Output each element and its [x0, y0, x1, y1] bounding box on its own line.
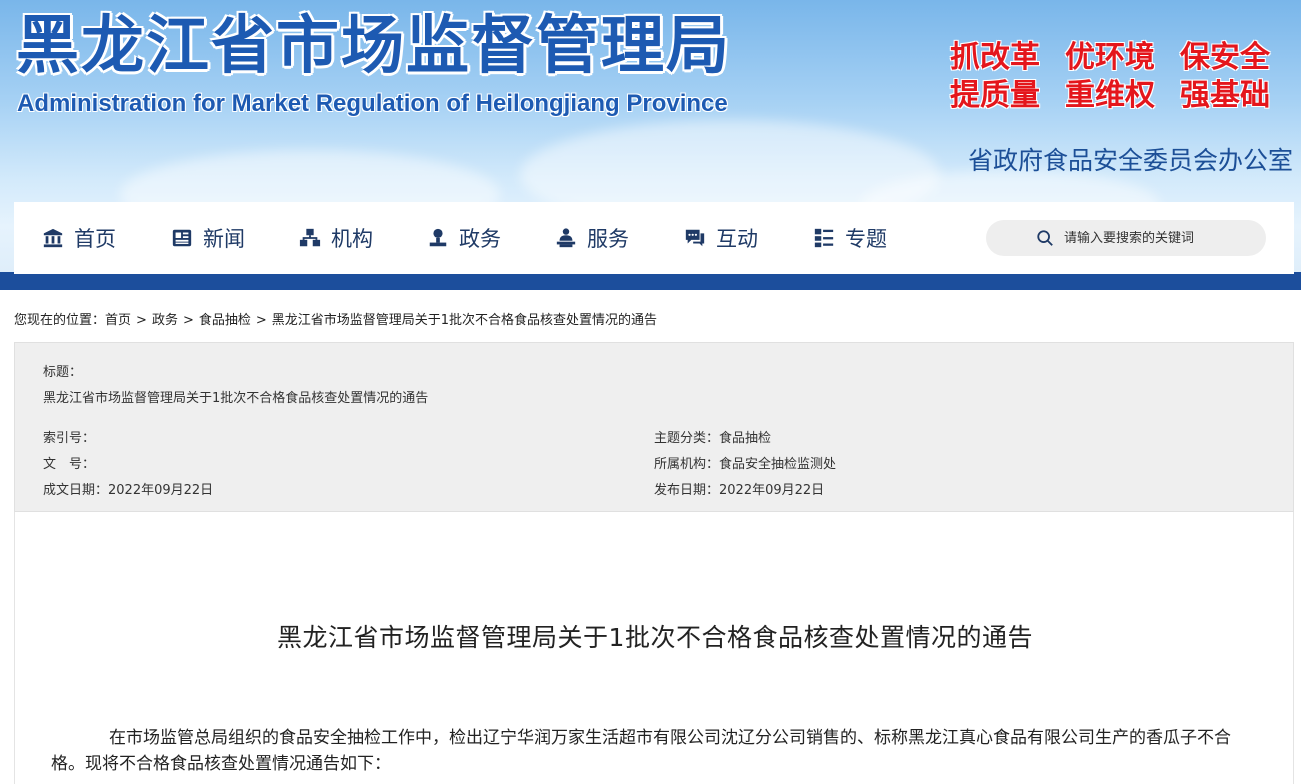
nav-item-topic[interactable]: 专题: [813, 202, 887, 274]
document-meta: 标题： 黑龙江省市场监督管理局关于1批次不合格食品核查处置情况的通告 索引号： …: [14, 342, 1294, 512]
nav-label: 机构: [331, 227, 373, 251]
breadcrumb-affairs[interactable]: 政务: [152, 313, 178, 328]
breadcrumb-separator: >: [136, 313, 147, 328]
nav-item-home[interactable]: 首页: [42, 202, 116, 274]
breadcrumb-separator: >: [182, 313, 194, 328]
meta-org-value: 食品安全抽检监测处: [719, 457, 837, 472]
nav-label: 新闻: [203, 227, 245, 251]
chat-icon: [685, 229, 705, 247]
search-input[interactable]: [1064, 230, 1254, 246]
breadcrumb: 您现在的位置：首页 > 政务 > 食品抽检 > 黑龙江省市场监督管理局关于1批次不合格食品核…: [14, 309, 657, 328]
article-title: 黑龙江省市场监督管理局关于1批次不合格食品核查处置情况的通告: [277, 623, 1033, 652]
meta-org-label: 所属机构：: [654, 457, 720, 472]
search-icon[interactable]: [1036, 229, 1054, 247]
meta-org: 所属机构：食品安全抽检监测处: [654, 453, 836, 472]
slogan: 强基础: [1180, 78, 1270, 113]
meta-category: 主题分类：食品抽检: [654, 427, 771, 446]
breadcrumb-current: 黑龙江省市场监督管理局关于1批次不合格食品核查处置情况的通告: [271, 313, 658, 328]
nav-band: [0, 272, 1301, 290]
meta-published-label: 发布日期：: [654, 483, 720, 498]
meta-created-label: 成文日期：: [43, 483, 109, 498]
breadcrumb-food-inspection[interactable]: 食品抽检: [199, 313, 251, 328]
slogan: 重维权: [1065, 78, 1155, 113]
meta-published-date: 发布日期：2022年09月22日: [654, 479, 824, 498]
breadcrumb-home[interactable]: 首页: [105, 313, 131, 328]
article: 黑龙江省市场监督管理局关于1批次不合格食品核查处置情况的通告 在市场监管总局组织…: [14, 512, 1294, 784]
nav-label: 政务: [459, 227, 501, 251]
service-icon: [556, 228, 576, 248]
meta-index-label: 索引号：: [43, 431, 96, 446]
slogans: 抓改革 优环境 保安全 提质量 重维权 强基础: [950, 40, 1295, 114]
nav-label: 服务: [587, 227, 629, 251]
meta-index: 索引号：: [43, 427, 95, 446]
breadcrumb-prefix: 您现在的位置：: [14, 313, 106, 328]
nav-label: 互动: [716, 227, 758, 251]
meta-category-label: 主题分类：: [654, 431, 720, 446]
meta-doc-label: 文 号：: [43, 457, 96, 472]
meta-created-date: 成文日期：2022年09月22日: [43, 479, 213, 498]
slogan: 优环境: [1065, 40, 1155, 75]
meta-title-label: 标题：: [43, 365, 83, 380]
topic-icon: [814, 228, 834, 248]
nav-item-interact[interactable]: 互动: [684, 202, 758, 274]
meta-category-value: 食品抽检: [719, 431, 772, 446]
slogan: 提质量: [950, 78, 1040, 113]
affairs-icon: [429, 228, 447, 247]
site-subtitle: Administration for Market Regulation of …: [17, 90, 728, 117]
breadcrumb-separator: >: [255, 313, 267, 328]
nav-item-org[interactable]: 机构: [299, 202, 373, 274]
meta-doc-number: 文 号：: [43, 453, 95, 472]
nav-item-affairs[interactable]: 政务: [427, 202, 501, 274]
meta-created-value: 2022年09月22日: [108, 483, 214, 498]
nav-label: 首页: [74, 227, 116, 251]
article-paragraph: 在市场监管总局组织的食品安全抽检工作中，检出辽宁华润万家生活超市有限公司沈辽分公…: [51, 728, 1231, 774]
meta-title-value: 黑龙江省市场监督管理局关于1批次不合格食品核查处置情况的通告: [43, 391, 429, 406]
slogan: 抓改革: [950, 40, 1040, 75]
slogan: 保安全: [1180, 40, 1270, 75]
nav-item-service[interactable]: 服务: [555, 202, 629, 274]
org-icon: [299, 228, 321, 247]
search-box[interactable]: [986, 220, 1266, 256]
site-title: 黑龙江省市场监督管理局: [16, 9, 731, 82]
meta-published-value: 2022年09月22日: [719, 483, 825, 498]
news-icon: [172, 229, 192, 247]
main-nav: 首页 新闻 机构 政务 服务 互动 专题 请输入要搜索的关键词: [14, 202, 1294, 274]
office-name: 省政府食品安全委员会办公室: [967, 146, 1293, 175]
home-icon: [43, 228, 63, 248]
nav-label: 专题: [845, 227, 887, 251]
nav-item-news[interactable]: 新闻: [171, 202, 245, 274]
